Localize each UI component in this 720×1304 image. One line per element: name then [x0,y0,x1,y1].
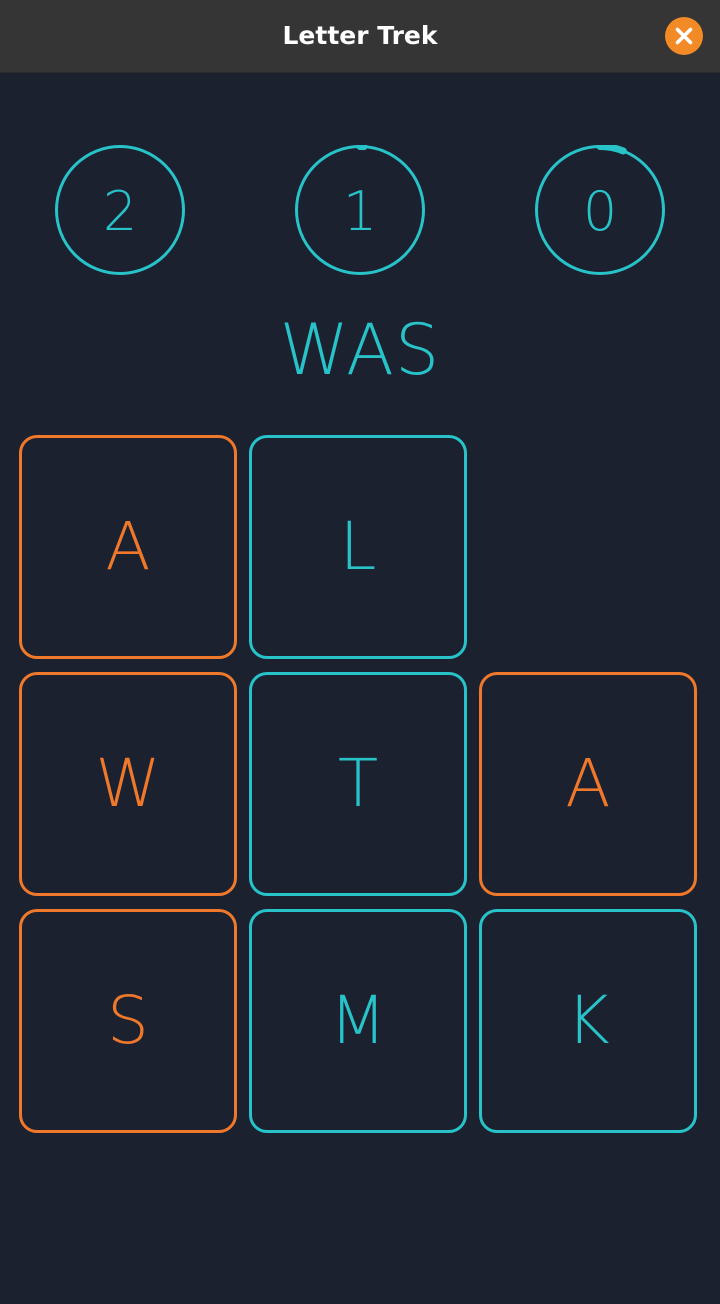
letter-tile-r3-c2[interactable]: M [249,909,467,1133]
letter-tile-r2-c1[interactable]: W [19,672,237,896]
letter-tile-r2-c2[interactable]: T [249,672,467,896]
counter-3: 0 [535,145,665,275]
letter-tile-r3-c1[interactable]: S [19,909,237,1133]
close-icon [675,27,693,45]
current-word: WAS [279,309,441,391]
counter-value: 0 [582,180,618,243]
letter-tile-r1-c1[interactable]: A [19,435,237,659]
counter-2: 1 [295,145,425,275]
counter-value: 1 [342,180,378,243]
letter-tile-r3-c3[interactable]: K [479,909,697,1133]
title-bar: Letter Trek [0,0,720,73]
close-button[interactable] [665,17,703,55]
letter-tile-r2-c3[interactable]: A [479,672,697,896]
letter-tile-r1-c2[interactable]: L [249,435,467,659]
counter-value: 2 [102,180,138,243]
counter-1: 2 [55,145,185,275]
window-title: Letter Trek [282,21,438,50]
